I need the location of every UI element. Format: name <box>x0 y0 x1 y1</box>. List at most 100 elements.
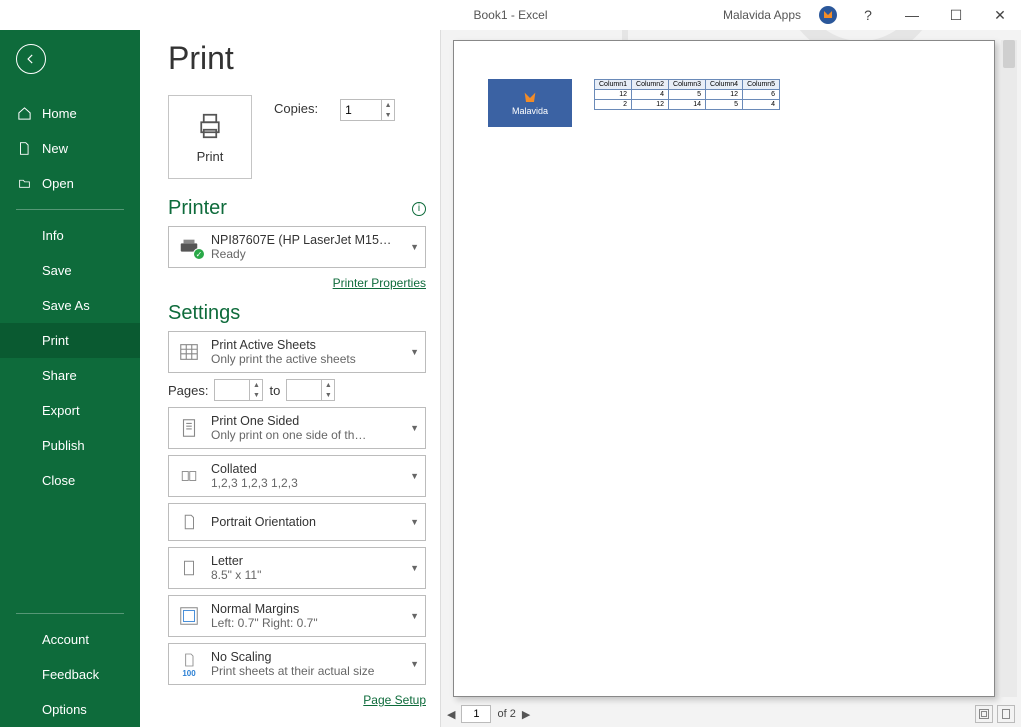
print-button[interactable]: Print <box>168 95 252 179</box>
document-title: Book1 - Excel <box>473 8 547 22</box>
table-row: 1245126 <box>595 90 780 100</box>
help-button[interactable]: ? <box>855 7 881 23</box>
table-header: Column5 <box>743 80 780 90</box>
collated-icon <box>175 467 203 485</box>
chevron-down-icon: ▼ <box>410 659 419 669</box>
portrait-icon <box>175 511 203 533</box>
sidebar-item-print[interactable]: Print <box>0 323 140 358</box>
margins-dropdown[interactable]: Normal Margins Left: 0.7" Right: 0.7" ▼ <box>168 595 426 637</box>
maximize-button[interactable]: ☐ <box>943 7 969 24</box>
collated-dropdown[interactable]: Collated 1,2,3 1,2,3 1,2,3 ▼ <box>168 455 426 497</box>
page-setup-link[interactable]: Page Setup <box>363 693 426 707</box>
chevron-down-icon: ▼ <box>410 517 419 527</box>
sidebar-item-home[interactable]: Home <box>0 96 140 131</box>
sidebar-item-save[interactable]: Save <box>0 253 140 288</box>
orientation-dropdown[interactable]: Portrait Orientation ▼ <box>168 503 426 541</box>
sidebar-item-close[interactable]: Close <box>0 463 140 498</box>
malavida-logo: Malavida <box>488 79 572 127</box>
malavida-badge-icon <box>819 6 837 24</box>
prev-page-button[interactable]: ◀ <box>447 708 455 721</box>
pages-from-spinner[interactable]: ▲▼ <box>214 379 263 401</box>
spin-up[interactable]: ▲ <box>382 100 394 110</box>
spin-down[interactable]: ▼ <box>382 110 394 120</box>
open-icon <box>16 177 32 190</box>
table-header: Column2 <box>632 80 669 90</box>
title-bar: Book1 - Excel Malavida Apps ? — ☐ ✕ <box>0 0 1021 30</box>
backstage-sidebar: Home New Open Info Save Save As Print Sh… <box>0 30 140 727</box>
print-what-dropdown[interactable]: Print Active Sheets Only print the activ… <box>168 331 426 373</box>
printer-name: NPI87607E (HP LaserJet M15… <box>211 233 402 247</box>
sidebar-item-save-as[interactable]: Save As <box>0 288 140 323</box>
sidebar-item-account[interactable]: Account <box>0 622 140 657</box>
chevron-down-icon: ▼ <box>410 242 419 252</box>
margins-icon <box>175 605 203 627</box>
sidebar-item-new[interactable]: New <box>0 131 140 166</box>
show-margins-button[interactable] <box>975 705 993 723</box>
close-window-button[interactable]: ✕ <box>987 7 1013 24</box>
printer-device-icon: ✓ <box>175 236 203 258</box>
table-header: Column4 <box>706 80 743 90</box>
arrow-left-icon <box>24 52 38 66</box>
preview-scrollbar[interactable] <box>1001 40 1017 697</box>
sidebar-item-export[interactable]: Export <box>0 393 140 428</box>
printer-properties-link[interactable]: Printer Properties <box>333 276 426 290</box>
shield-icon <box>520 90 540 106</box>
next-page-button[interactable]: ▶ <box>522 708 530 721</box>
sidebar-item-open[interactable]: Open <box>0 166 140 201</box>
printer-heading: Printer <box>168 197 227 220</box>
chevron-down-icon: ▼ <box>410 611 419 621</box>
sidebar-label: New <box>42 141 68 156</box>
sidebar-item-share[interactable]: Share <box>0 358 140 393</box>
settings-heading: Settings <box>168 302 240 325</box>
scaling-icon: 100 <box>175 651 203 678</box>
sidebar-item-options[interactable]: Options <box>0 692 140 727</box>
chevron-down-icon: ▼ <box>410 423 419 433</box>
status-ok-icon: ✓ <box>193 248 205 260</box>
preview-table: Column1Column2Column3Column4Column512451… <box>594 79 780 110</box>
chevron-down-icon: ▼ <box>410 347 419 357</box>
print-button-label: Print <box>197 149 224 164</box>
sidebar-label: Home <box>42 106 77 121</box>
sheets-icon <box>175 341 203 363</box>
print-settings-pane: Print Print Copies: ▲▼ Printer i <box>140 30 440 727</box>
sidebar-divider <box>16 209 124 210</box>
copies-input[interactable] <box>341 100 381 120</box>
table-header: Column3 <box>669 80 706 90</box>
minimize-button[interactable]: — <box>899 7 925 23</box>
sided-dropdown[interactable]: Print One Sided Only print on one side o… <box>168 407 426 449</box>
pages-from-input[interactable] <box>215 380 249 400</box>
print-preview-pane: Malavida Column1Column2Column3Column4Col… <box>440 30 1021 727</box>
page-total: of 2 <box>497 708 515 720</box>
home-icon <box>16 106 32 121</box>
chevron-down-icon: ▼ <box>410 471 419 481</box>
sidebar-label: Open <box>42 176 74 191</box>
paper-icon <box>175 557 203 579</box>
back-button[interactable] <box>16 44 46 74</box>
zoom-to-page-button[interactable] <box>997 705 1015 723</box>
printer-icon <box>193 111 227 141</box>
pages-label: Pages: <box>168 383 208 398</box>
sidebar-item-info[interactable]: Info <box>0 218 140 253</box>
paper-size-dropdown[interactable]: Letter 8.5" x 11" ▼ <box>168 547 426 589</box>
new-icon <box>16 141 32 156</box>
page-preview: Malavida Column1Column2Column3Column4Col… <box>453 40 995 697</box>
copies-spinner[interactable]: ▲▼ <box>340 99 395 121</box>
sidebar-divider <box>16 613 124 614</box>
table-row: 2121454 <box>595 100 780 110</box>
app-name: Malavida Apps <box>723 8 801 22</box>
scaling-dropdown[interactable]: 100 No Scaling Print sheets at their act… <box>168 643 426 685</box>
page-number-input[interactable] <box>461 705 491 723</box>
printer-info-icon[interactable]: i <box>412 202 426 216</box>
printer-status: Ready <box>211 247 402 261</box>
sidebar-item-feedback[interactable]: Feedback <box>0 657 140 692</box>
pages-to-spinner[interactable]: ▲▼ <box>286 379 335 401</box>
pages-to-input[interactable] <box>287 380 321 400</box>
page-title: Print <box>168 40 426 77</box>
one-sided-icon <box>175 416 203 440</box>
copies-label: Copies: <box>274 101 318 116</box>
pages-to-label: to <box>269 383 280 398</box>
table-header: Column1 <box>595 80 632 90</box>
printer-dropdown[interactable]: ✓ NPI87607E (HP LaserJet M15… Ready ▼ <box>168 226 426 268</box>
sidebar-item-publish[interactable]: Publish <box>0 428 140 463</box>
chevron-down-icon: ▼ <box>410 563 419 573</box>
